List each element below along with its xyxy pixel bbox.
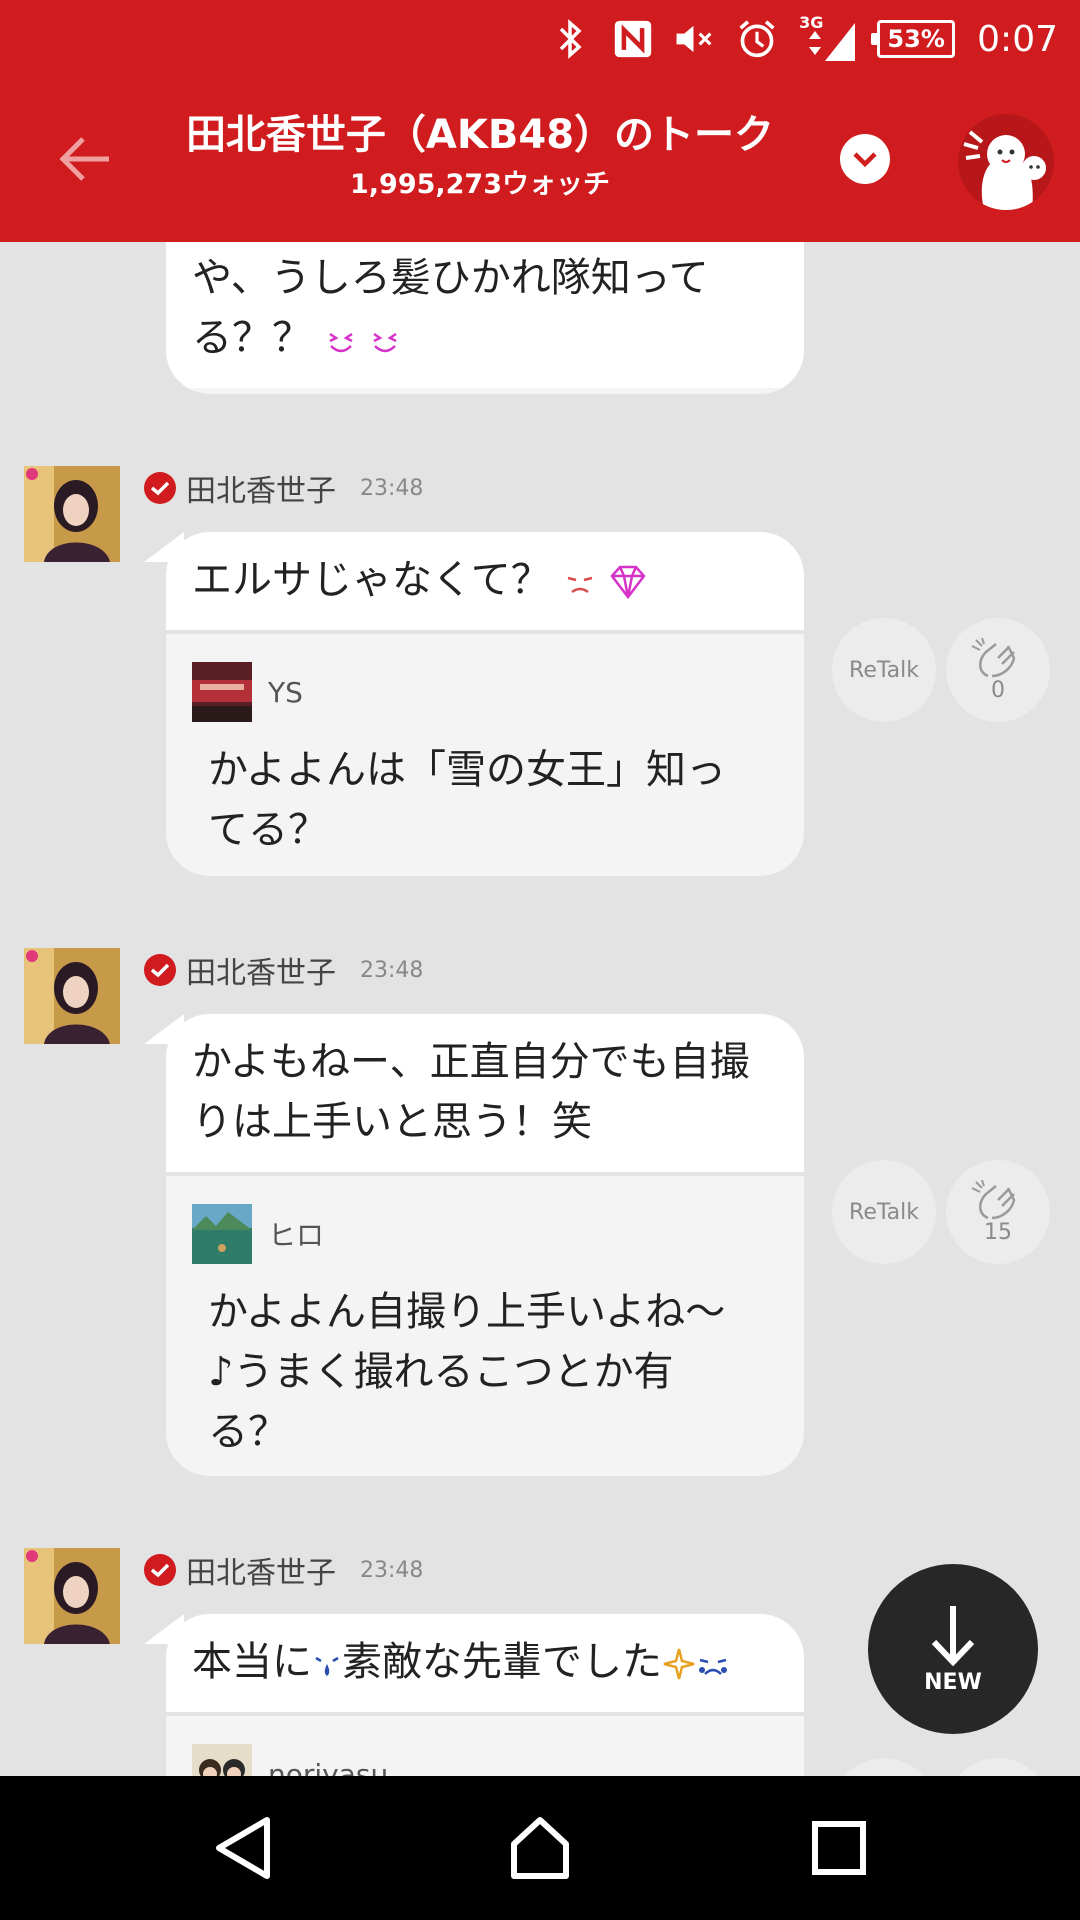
quoted-question: YS かよよんは「雪の女王」知っ てる？: [166, 634, 804, 876]
post-time: 23:48: [360, 1557, 424, 1583]
quote-line: かよよんは「雪の女王」知っ: [208, 747, 726, 793]
page-title: 田北香世子（AKB48）のトーク: [185, 112, 775, 158]
retalk-label: ReTalk: [849, 657, 919, 683]
poster-line: 田北香世子 23:48: [144, 468, 424, 509]
battery-icon: 53%: [871, 20, 956, 58]
quote-line: かよよん自撮り上手いよね〜: [208, 1289, 726, 1335]
retalk-label: ReTalk: [849, 1199, 919, 1225]
message-bubble[interactable]: エルサじゃなくて？ YS かよよんは「雪の女王」知っ てる？: [166, 532, 804, 876]
message-segment: 素敵な先輩でした: [342, 1639, 662, 1685]
chevron-down-icon: [853, 152, 877, 168]
quote-avatar: [192, 662, 252, 722]
clap-icon: [971, 637, 1016, 677]
clap-icon: [971, 1179, 1016, 1219]
quote-line: ♪うまく撮れるこつとか有: [208, 1349, 674, 1395]
clap-count: 15: [984, 1219, 1012, 1245]
verified-icon: [144, 472, 176, 504]
message-line: かよもねー、正直自分でも自撮: [192, 1039, 750, 1085]
message-line: エルサじゃなくて？: [192, 557, 551, 603]
message-text: かよもねー、正直自分でも自撮 りは上手いと思う！笑: [166, 1014, 804, 1176]
poster-name: 田北香世子: [186, 956, 336, 991]
message-line: や、うしろ髪ひかれ隊知って: [192, 255, 709, 301]
verified-icon: [144, 954, 176, 986]
message-segment: 本当に: [192, 1639, 312, 1685]
message-text: 本当に 素敵な先輩でした: [166, 1614, 804, 1716]
post-time: 23:48: [360, 957, 424, 983]
quote-header: noriyasu: [192, 1744, 780, 1776]
nav-back-icon: [216, 1817, 270, 1879]
quote-avatar: [192, 1204, 252, 1264]
mascot-button[interactable]: [958, 114, 1054, 210]
clap-button[interactable]: 15: [946, 1160, 1050, 1264]
message-line-row: る？？: [192, 308, 780, 368]
alarm-icon: [737, 19, 777, 59]
crying-face-icon: [567, 576, 592, 594]
sweat-drop-icon: [315, 1656, 339, 1676]
quote-author: YS: [268, 675, 303, 709]
clock: 0:07: [977, 18, 1058, 60]
mascot-icon: [963, 130, 1046, 210]
back-button[interactable]: [50, 124, 120, 194]
clap-button[interactable]: 0: [946, 618, 1050, 722]
quote-line: る？: [208, 1409, 288, 1455]
avatar[interactable]: [24, 466, 120, 562]
battery-level: 53%: [887, 25, 945, 53]
quote-author: ヒロ: [268, 1219, 325, 1252]
retalk-button[interactable]: ReTalk: [832, 1160, 936, 1264]
message-bubble[interactable]: かよもねー、正直自分でも自撮 りは上手いと思う！笑 ヒロ かよよん自撮り上手いよ…: [166, 1014, 804, 1476]
scroll-to-new-button[interactable]: NEW: [868, 1564, 1038, 1734]
avatar[interactable]: [24, 1548, 120, 1644]
retalk-button[interactable]: ReTalk: [832, 618, 936, 722]
avatar[interactable]: [24, 948, 120, 1044]
message-text: エルサじゃなくて？: [166, 532, 804, 634]
poster-name: 田北香世子: [186, 474, 336, 509]
verified-icon: [144, 1554, 176, 1586]
quote-line: てる？: [208, 807, 328, 853]
message-line: る？？: [192, 315, 312, 361]
nav-recents-button[interactable]: [794, 1806, 884, 1890]
status-bar: 3G 53% 0:07: [0, 0, 1080, 78]
clap-button[interactable]: [946, 1758, 1050, 1776]
quoted-question: noriyasu: [166, 1716, 804, 1776]
dropdown-button[interactable]: [840, 134, 890, 184]
message-bubble: や、うしろ髪ひかれ隊知って る？？: [166, 242, 804, 394]
system-nav-bar: [0, 1776, 1080, 1920]
mute-icon: [675, 19, 715, 59]
nfc-icon: [613, 19, 653, 59]
nav-home-icon: [511, 1817, 569, 1879]
crying-face-icon: [699, 1658, 727, 1675]
quoted-question: ヒロ かよよん自撮り上手いよね〜 ♪うまく撮れるこつとか有 る？: [166, 1176, 804, 1476]
back-arrow-icon: [59, 137, 109, 181]
quote-header: YS: [192, 662, 780, 722]
quote-text: かよよんは「雪の女王」知っ てる？: [200, 740, 780, 860]
quote-author: noriyasu: [268, 1757, 389, 1777]
smiling-face-icon: [373, 332, 398, 353]
poster-name: 田北香世子: [186, 1556, 336, 1591]
watch-count: 1,995,273ウォッチ: [349, 169, 611, 200]
down-arrow-icon: [931, 1605, 975, 1666]
message-feed[interactable]: や、うしろ髪ひかれ隊知って る？？ 田北香世子 23:48 エルサじゃなくて？ …: [0, 242, 1080, 1776]
gem-icon: [610, 565, 646, 600]
poster-line: 田北香世子 23:48: [144, 950, 424, 991]
clap-count: 0: [991, 677, 1005, 703]
message-line: りは上手いと思う！笑: [192, 1099, 592, 1145]
quote-avatar: [192, 1744, 252, 1776]
new-label: NEW: [924, 1669, 982, 1695]
poster-line: 田北香世子 23:48: [144, 1550, 424, 1591]
retalk-button[interactable]: [832, 1758, 936, 1776]
bluetooth-icon: [551, 19, 591, 59]
quote-header: ヒロ: [192, 1204, 780, 1264]
message-bubble[interactable]: 本当に 素敵な先輩でした noriyasu: [166, 1614, 804, 1776]
app-header: 田北香世子（AKB48）のトーク 1,995,273ウォッチ: [0, 78, 1080, 242]
post-time: 23:48: [360, 475, 424, 501]
sparkle-icon: [663, 1648, 695, 1680]
nav-back-button[interactable]: [198, 1806, 288, 1890]
nav-home-button[interactable]: [495, 1806, 585, 1890]
smiling-face-icon: [329, 332, 353, 353]
quote-text: かよよん自撮り上手いよね〜 ♪うまく撮れるこつとか有 る？: [200, 1282, 780, 1462]
nav-recents-icon: [812, 1821, 866, 1875]
signal-icon: 3G: [799, 13, 856, 61]
message-text: や、うしろ髪ひかれ隊知って る？？: [166, 242, 804, 388]
